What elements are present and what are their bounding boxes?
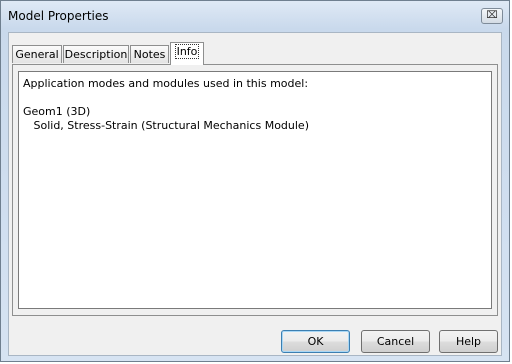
model-properties-dialog: Model Properties ⌧ General Description N… (0, 0, 510, 362)
dialog-title: Model Properties (8, 9, 109, 23)
dialog-client-area: General Description Notes Info Applicati… (8, 32, 502, 356)
tab-general-label: General (15, 48, 59, 61)
close-icon: ⌧ (486, 10, 498, 21)
tab-notes[interactable]: Notes (130, 45, 169, 63)
title-bar[interactable]: Model Properties ⌧ (1, 1, 509, 31)
tab-general[interactable]: General (12, 45, 62, 63)
cancel-button-label: Cancel (376, 335, 415, 348)
tab-description[interactable]: Description (63, 45, 129, 63)
tab-notes-label: Notes (133, 48, 166, 61)
help-button[interactable]: Help (439, 330, 498, 353)
info-line: Geom1 (3D) (23, 105, 91, 118)
tab-info-label: Info (174, 44, 200, 59)
help-button-label: Help (455, 335, 482, 348)
info-text-area[interactable]: Application modes and modules used in th… (18, 71, 492, 309)
cancel-button[interactable]: Cancel (361, 330, 430, 353)
info-line: Application modes and modules used in th… (23, 77, 309, 90)
tab-info[interactable]: Info (170, 42, 204, 65)
ok-button-label: OK (307, 335, 324, 348)
info-line: Solid, Stress-Strain (Structural Mechani… (23, 119, 309, 132)
tab-description-label: Description (64, 48, 128, 61)
close-button[interactable]: ⌧ (481, 8, 503, 24)
ok-button[interactable]: OK (281, 330, 350, 353)
info-line (23, 91, 487, 105)
info-tab-panel: Application modes and modules used in th… (12, 64, 498, 316)
